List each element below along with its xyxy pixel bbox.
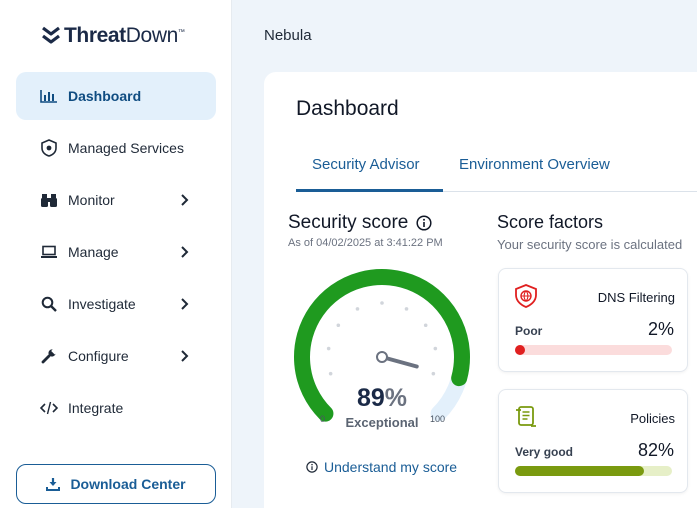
gauge-tick [336, 323, 341, 328]
gauge-tick [380, 301, 384, 305]
bar-chart-icon [40, 87, 58, 105]
factor-percent: 82% [637, 440, 674, 460]
wrench-icon [40, 347, 58, 365]
sidebar-item-configure[interactable]: Configure [16, 332, 216, 380]
dashboard-tabs: Security Advisor Environment Overview [296, 152, 697, 192]
score-number: 89 [356, 384, 385, 412]
gauge-tick [423, 323, 428, 328]
logo-chevrons-icon [42, 26, 60, 44]
dashboard-card: Dashboard Security Advisor Environment O… [264, 72, 697, 508]
security-score-rating: Exceptional [345, 415, 419, 430]
tenant-name: Nebula [264, 27, 312, 44]
sidebar-item-integrate[interactable]: Integrate [16, 384, 216, 432]
sidebar-item-dashboard[interactable]: Dashboard [16, 72, 216, 120]
gauge-tick [431, 371, 436, 376]
sidebar-item-label: Managed Services [68, 140, 184, 156]
shield-icon [40, 139, 58, 157]
scroll-icon [516, 406, 536, 427]
globe-shield-icon [515, 284, 537, 308]
chevron-right-icon [181, 246, 189, 258]
download-center-label: Download Center [70, 476, 186, 492]
factor-progress-fill [515, 345, 525, 355]
code-icon [40, 399, 58, 417]
understand-my-score-label: Understand my score [324, 459, 458, 475]
info-icon [306, 461, 318, 473]
factor-rating: Very good [515, 445, 574, 459]
gauge-tick [355, 307, 360, 311]
factor-progress-fill [515, 466, 644, 476]
laptop-icon [40, 243, 58, 261]
chevron-right-icon [181, 298, 189, 310]
chevron-right-icon [181, 194, 189, 206]
sidebar-item-monitor[interactable]: Monitor [16, 176, 216, 224]
factor-percent: 2% [647, 319, 674, 339]
security-score-heading: Security score [288, 212, 432, 234]
chevron-right-icon [181, 350, 189, 362]
score-percent-sign: % [384, 384, 408, 412]
download-center-button[interactable]: Download Center [16, 464, 216, 504]
sidebar-item-label: Integrate [68, 400, 124, 416]
sidebar-nav: Dashboard Managed Services Monitor Manag… [16, 72, 216, 436]
search-icon [40, 295, 58, 313]
tab-security-advisor[interactable]: Security Advisor [312, 156, 420, 173]
security-score-value: 89% [264, 384, 500, 413]
score-factor-card-dns-filtering[interactable]: DNS Filtering Poor 2% [498, 268, 688, 372]
factor-rating: Poor [515, 324, 543, 338]
gauge-tick [328, 371, 333, 376]
score-factors-subtitle: Your security score is calculated [497, 237, 683, 252]
security-score-timestamp: As of 04/02/2025 at 3:41:22 PM [288, 237, 443, 249]
sidebar-item-label: Configure [68, 348, 129, 364]
sidebar-item-label: Dashboard [68, 88, 142, 104]
sidebar-item-label: Investigate [68, 296, 136, 312]
gauge-tick [326, 346, 331, 351]
factor-progress-bar [515, 466, 672, 476]
understand-my-score-link[interactable]: Understand my score [306, 459, 457, 475]
score-factors-title: Score factors [497, 212, 604, 232]
gauge-tick [404, 307, 409, 311]
info-icon[interactable] [416, 215, 432, 231]
sidebar-item-manage[interactable]: Manage [16, 228, 216, 276]
tab-environment-overview[interactable]: Environment Overview [459, 156, 610, 173]
logo-text: ThreatDown™ [64, 24, 185, 47]
sidebar-item-managed-services[interactable]: Managed Services [16, 124, 216, 172]
sidebar-item-label: Monitor [68, 192, 115, 208]
factor-name: Policies [630, 411, 675, 426]
sidebar-item-investigate[interactable]: Investigate [16, 280, 216, 328]
factor-name: DNS Filtering [597, 290, 675, 305]
page-title: Dashboard [296, 97, 399, 120]
factor-progress-bar [515, 345, 672, 355]
score-factor-card-policies[interactable]: Policies Very good 82% [498, 389, 688, 493]
binoculars-icon [40, 191, 58, 209]
threatdown-logo[interactable]: ThreatDown™ [42, 24, 185, 48]
sidebar: ThreatDown™ Dashboard Managed Services M… [0, 0, 232, 508]
download-icon [46, 478, 61, 491]
sidebar-item-label: Manage [68, 244, 119, 260]
active-tab-indicator [296, 189, 443, 192]
gauge-needle-hub [376, 351, 388, 363]
gauge-tick [433, 346, 438, 351]
security-score-title: Security score [288, 212, 409, 233]
